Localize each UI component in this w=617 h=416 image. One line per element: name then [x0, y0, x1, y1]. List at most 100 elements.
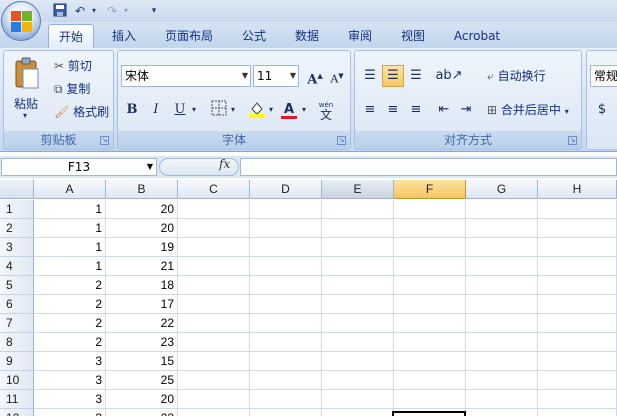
- row-header[interactable]: 4: [0, 257, 34, 276]
- cell-h1[interactable]: [538, 200, 617, 219]
- shrink-font-button[interactable]: A▼: [326, 65, 348, 87]
- cell-e2[interactable]: [322, 219, 394, 238]
- cell-a9[interactable]: 3: [34, 352, 106, 371]
- column-header-a[interactable]: A: [34, 180, 106, 199]
- cell-f4[interactable]: [394, 257, 466, 276]
- cell-b4[interactable]: 21: [106, 257, 178, 276]
- format-painter-button[interactable]: 🖌 格式刷: [54, 103, 109, 120]
- fill-color-dropdown-icon[interactable]: ▾: [266, 99, 276, 121]
- redo-dropdown-icon[interactable]: ▾: [118, 3, 134, 19]
- phonetic-button[interactable]: wén 文: [312, 99, 340, 121]
- cell-d2[interactable]: [250, 219, 322, 238]
- cell-b7[interactable]: 22: [106, 314, 178, 333]
- increase-indent-button[interactable]: ⇥: [455, 99, 477, 121]
- align-center-button[interactable]: ≡: [382, 99, 404, 121]
- tab-view[interactable]: 视图: [393, 24, 433, 48]
- cell-b8[interactable]: 23: [106, 333, 178, 352]
- wrap-text-button[interactable]: ⤶ 自动换行: [487, 67, 546, 84]
- cell-g3[interactable]: [466, 238, 538, 257]
- cell-g5[interactable]: [466, 276, 538, 295]
- align-middle-button[interactable]: ☰: [382, 65, 404, 87]
- cell-a4[interactable]: 1: [34, 257, 106, 276]
- paste-icon[interactable]: [14, 57, 40, 91]
- cell-a2[interactable]: 1: [34, 219, 106, 238]
- cell-c5[interactable]: [178, 276, 250, 295]
- row-header[interactable]: 8: [0, 333, 34, 352]
- merge-center-button[interactable]: ⊞ 合并后居中 ▾: [487, 101, 569, 118]
- active-cell-f13[interactable]: [392, 411, 466, 416]
- font-color-button[interactable]: A: [278, 99, 300, 121]
- cell-f3[interactable]: [394, 238, 466, 257]
- row-header[interactable]: 7: [0, 314, 34, 333]
- tab-acrobat[interactable]: Acrobat: [446, 24, 508, 48]
- cell-d5[interactable]: [250, 276, 322, 295]
- cell-d10[interactable]: [250, 371, 322, 390]
- column-header-f[interactable]: F: [394, 180, 466, 199]
- cell-g12[interactable]: [466, 409, 538, 416]
- row-header[interactable]: 12: [0, 409, 34, 416]
- cell-h4[interactable]: [538, 257, 617, 276]
- row-header[interactable]: 9: [0, 352, 34, 371]
- clipboard-launcher-icon[interactable]: ↘: [100, 136, 109, 145]
- save-icon[interactable]: [52, 3, 68, 19]
- cell-h2[interactable]: [538, 219, 617, 238]
- tab-review[interactable]: 审阅: [340, 24, 380, 48]
- row-header[interactable]: 10: [0, 371, 34, 390]
- column-header-h[interactable]: H: [538, 180, 617, 199]
- font-name-select[interactable]: 宋体 ▼: [121, 65, 251, 87]
- row-header[interactable]: 3: [0, 238, 34, 257]
- cell-f9[interactable]: [394, 352, 466, 371]
- cell-h11[interactable]: [538, 390, 617, 409]
- currency-format-icon[interactable]: $: [591, 99, 613, 121]
- row-header[interactable]: 6: [0, 295, 34, 314]
- borders-button[interactable]: [208, 99, 230, 121]
- number-format-select[interactable]: 常规: [590, 65, 617, 87]
- select-all-corner[interactable]: [0, 180, 34, 199]
- column-header-c[interactable]: C: [178, 180, 250, 199]
- cell-c11[interactable]: [178, 390, 250, 409]
- row-header[interactable]: 1: [0, 200, 34, 219]
- cell-f2[interactable]: [394, 219, 466, 238]
- cell-a3[interactable]: 1: [34, 238, 106, 257]
- cell-e1[interactable]: [322, 200, 394, 219]
- cell-b9[interactable]: 15: [106, 352, 178, 371]
- cell-c2[interactable]: [178, 219, 250, 238]
- cell-f5[interactable]: [394, 276, 466, 295]
- cell-g9[interactable]: [466, 352, 538, 371]
- cell-e3[interactable]: [322, 238, 394, 257]
- font-size-select[interactable]: 11 ▼: [253, 65, 299, 87]
- cell-g10[interactable]: [466, 371, 538, 390]
- row-header[interactable]: 5: [0, 276, 34, 295]
- office-button[interactable]: [1, 1, 41, 41]
- cell-e7[interactable]: [322, 314, 394, 333]
- column-header-b[interactable]: B: [106, 180, 178, 199]
- customize-icon[interactable]: ▾: [146, 3, 162, 19]
- cell-d7[interactable]: [250, 314, 322, 333]
- cell-a10[interactable]: 3: [34, 371, 106, 390]
- underline-button[interactable]: U: [169, 99, 191, 121]
- cell-d11[interactable]: [250, 390, 322, 409]
- cell-b2[interactable]: 20: [106, 219, 178, 238]
- cell-d9[interactable]: [250, 352, 322, 371]
- align-left-button[interactable]: ≡: [359, 99, 381, 121]
- column-header-e[interactable]: E: [322, 180, 394, 199]
- cell-b1[interactable]: 20: [106, 200, 178, 219]
- cut-button[interactable]: ✂ 剪切: [54, 57, 92, 74]
- cell-b3[interactable]: 19: [106, 238, 178, 257]
- align-top-button[interactable]: ☰: [359, 65, 381, 87]
- cell-e11[interactable]: [322, 390, 394, 409]
- cell-d4[interactable]: [250, 257, 322, 276]
- italic-button[interactable]: I: [145, 99, 167, 121]
- row-header[interactable]: 2: [0, 219, 34, 238]
- cell-c4[interactable]: [178, 257, 250, 276]
- tab-page-layout[interactable]: 页面布局: [157, 24, 221, 48]
- font-color-dropdown-icon[interactable]: ▾: [299, 99, 309, 121]
- cell-g6[interactable]: [466, 295, 538, 314]
- cell-h8[interactable]: [538, 333, 617, 352]
- cell-c6[interactable]: [178, 295, 250, 314]
- cell-e8[interactable]: [322, 333, 394, 352]
- cell-b6[interactable]: 17: [106, 295, 178, 314]
- cell-c1[interactable]: [178, 200, 250, 219]
- cell-h5[interactable]: [538, 276, 617, 295]
- tab-formulas[interactable]: 公式: [234, 24, 274, 48]
